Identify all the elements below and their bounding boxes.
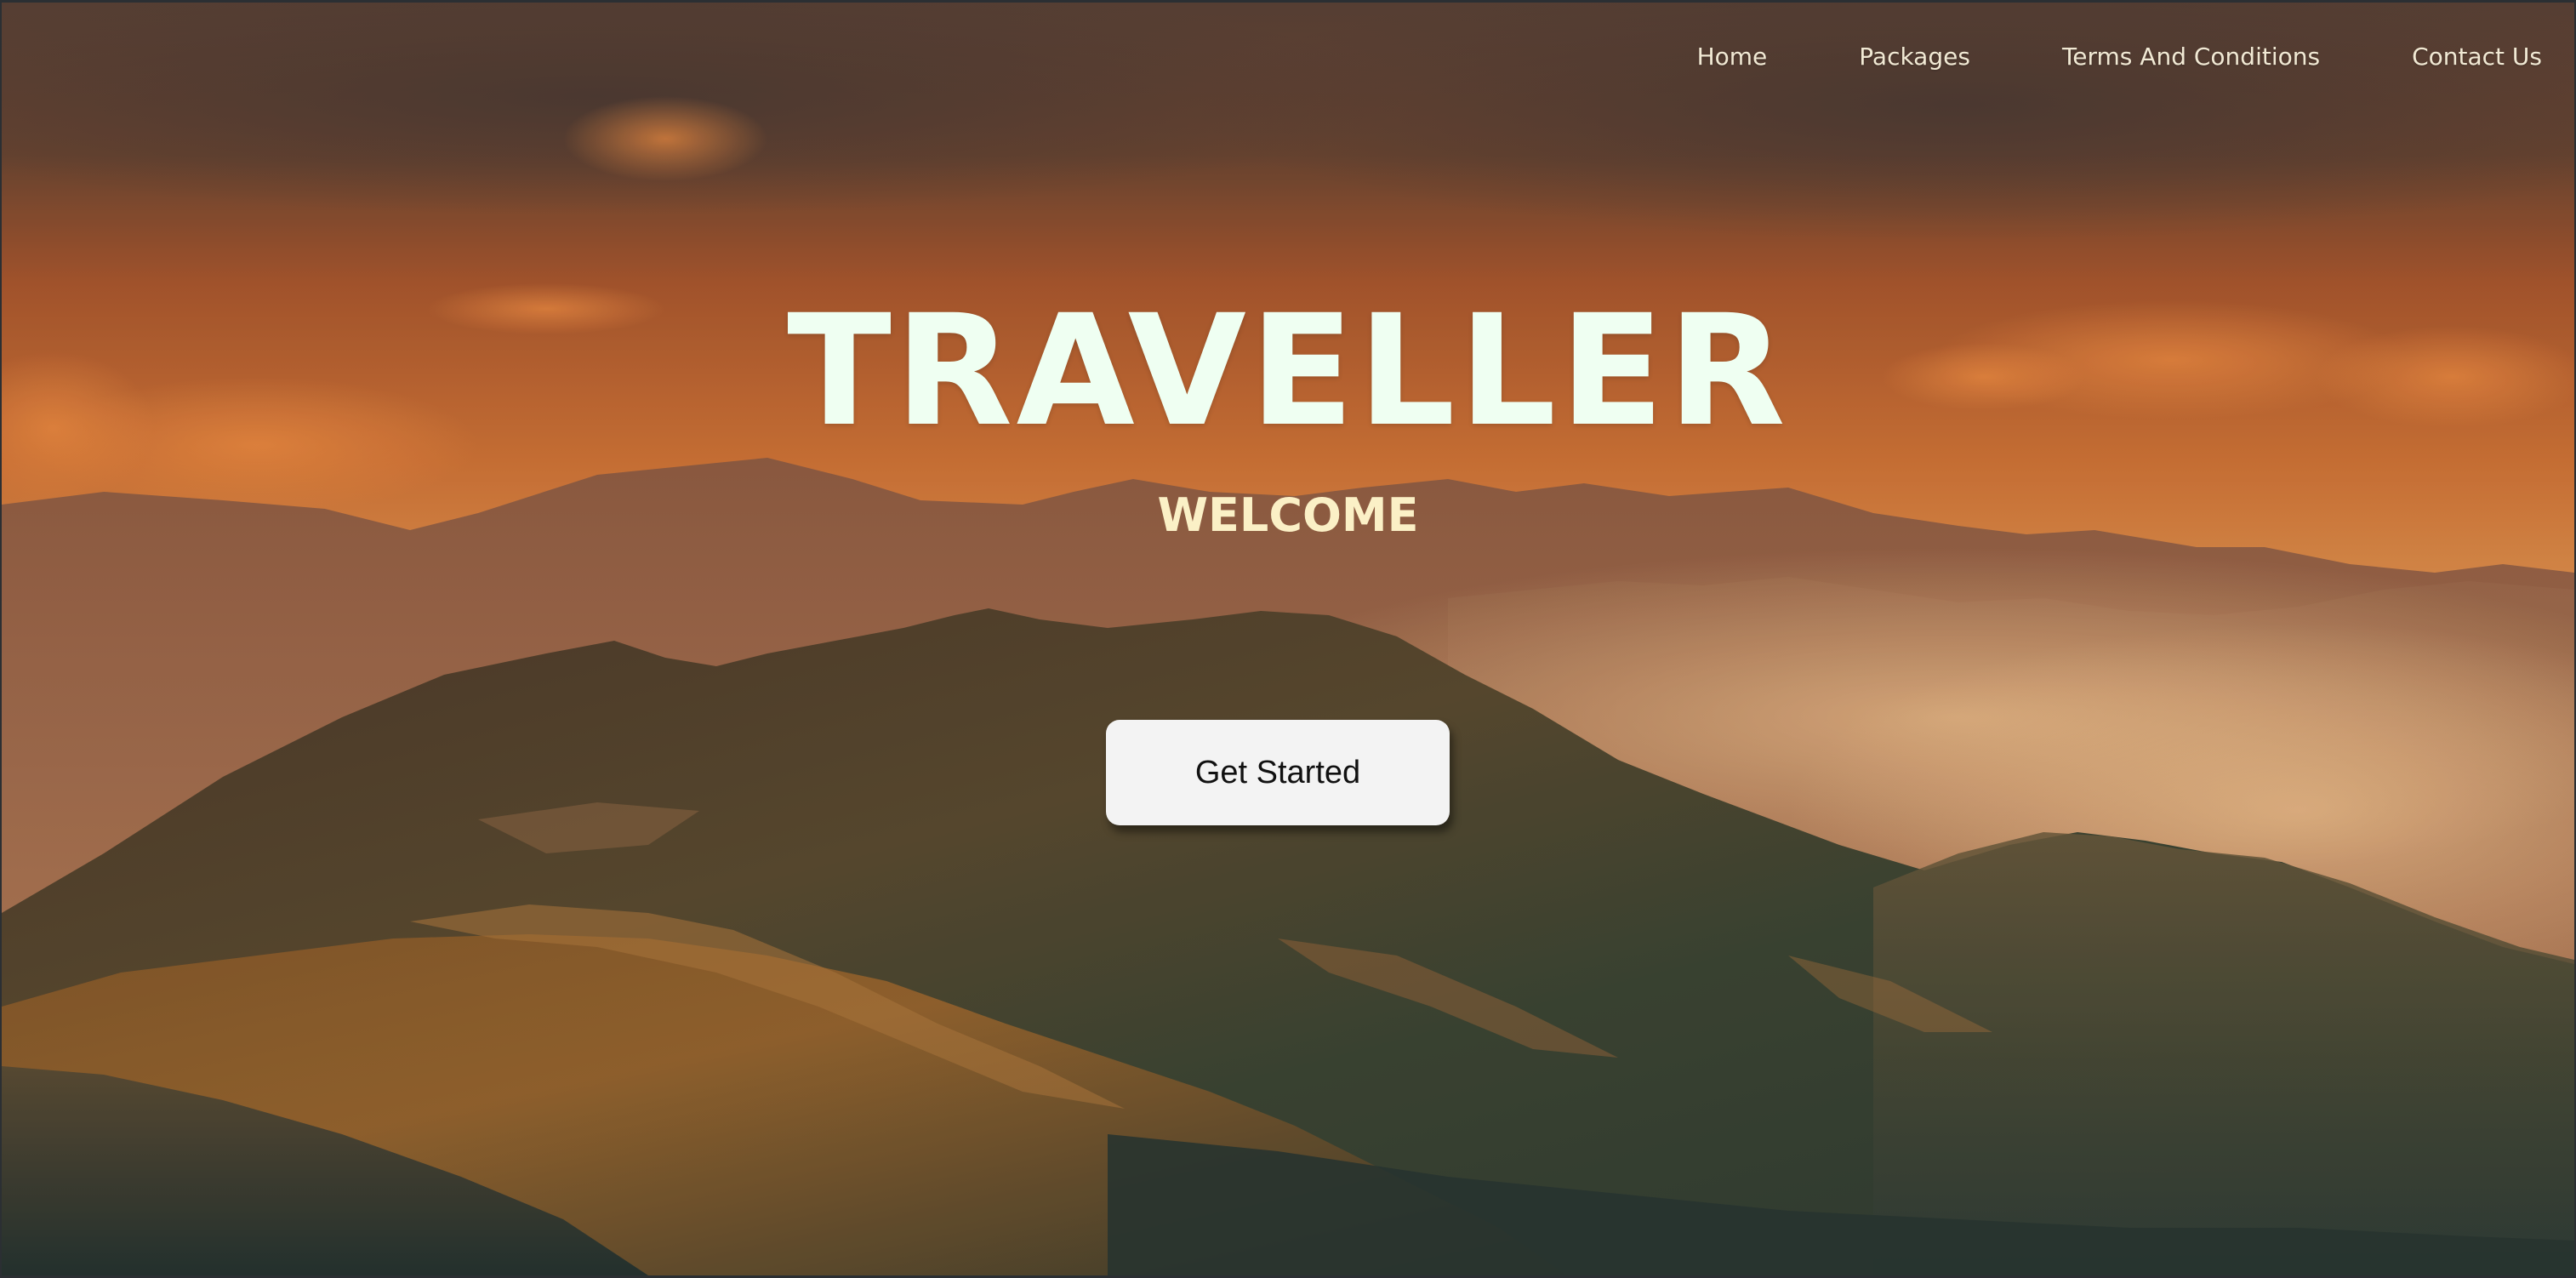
hero-subtitle: WELCOME [1157, 488, 1419, 542]
nav-terms-link[interactable]: Terms And Conditions [2062, 43, 2320, 71]
get-started-button[interactable]: Get Started [1106, 720, 1450, 825]
nav-packages-link[interactable]: Packages [1859, 43, 1970, 71]
nav-home-link[interactable]: Home [1697, 43, 1768, 71]
mountain-background-image [2, 3, 2574, 1275]
nav-contact-link[interactable]: Contact Us [2412, 43, 2542, 71]
hero-title: TRAVELLER [787, 282, 1789, 460]
landing-page: Home Packages Terms And Conditions Conta… [2, 3, 2574, 1275]
top-navigation: Home Packages Terms And Conditions Conta… [1697, 35, 2542, 77]
